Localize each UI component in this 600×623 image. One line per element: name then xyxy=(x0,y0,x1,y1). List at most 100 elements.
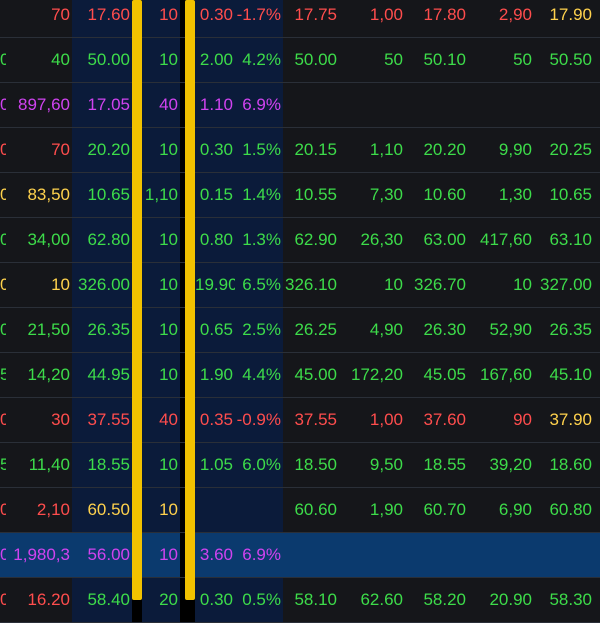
cell-bid-price: 17.75 xyxy=(283,0,339,37)
table-row[interactable]: 0 40 50.00 10 2.00 4.2% 50.00 50 50.10 50 50.50 xyxy=(0,38,600,83)
cell-ask-volume xyxy=(468,83,534,127)
cell-change-percent: 4.4% xyxy=(235,353,283,397)
cell-ask-volume: 50 xyxy=(468,38,534,82)
cell-edge-right xyxy=(594,533,600,577)
cell-edge-right xyxy=(594,308,600,352)
cell-ask-price: 326.70 xyxy=(405,263,468,307)
cell-change: 1.05 xyxy=(195,443,235,487)
cell-ask-price: 20.20 xyxy=(405,128,468,172)
cell-change-percent: 6.9% xyxy=(235,533,283,577)
cell-change-percent: 4.2% xyxy=(235,38,283,82)
cell-bid-volume: 7,30 xyxy=(339,173,405,217)
cell-change: 0.15 xyxy=(195,173,235,217)
cell-bid-price: 58.10 xyxy=(283,578,339,622)
cell-bid-price: 326.10 xyxy=(283,263,339,307)
cell-ask-volume: 10 xyxy=(468,263,534,307)
cell-change-percent: 1.5% xyxy=(235,128,283,172)
cell-change: 2.00 xyxy=(195,38,235,82)
cell-change-percent: 2.5% xyxy=(235,308,283,352)
table-row[interactable]: 5 14,20 44.95 10 1.90 4.4% 45.00 172,20 45.05 167… xyxy=(0,353,600,398)
table-row[interactable]: 0 21,50 26.35 10 0.65 2.5% 26.25 4,90 26.30 52,90… xyxy=(0,308,600,353)
cell-bid-price: 60.60 xyxy=(283,488,339,532)
cell-bid-volume: 9,50 xyxy=(339,443,405,487)
table-row[interactable]: 0 34,00 62.80 10 0.80 1.3% 62.90 26,30 63.00 417,… xyxy=(0,218,600,263)
cell-volume: 83,50 xyxy=(6,173,72,217)
table-row[interactable]: 0 83,50 10.65 1,10 0.15 1.4% 10.55 7,30 10.60 1,3… xyxy=(0,173,600,218)
cell-ask-price: 37.60 xyxy=(405,398,468,442)
cell-change: 3.60 xyxy=(195,533,235,577)
cell-ask-volume: 2,90 xyxy=(468,0,534,37)
cell-change-percent: 1.3% xyxy=(235,218,283,262)
cell-match-volume: 40 xyxy=(142,83,180,127)
cell-edge-right xyxy=(594,353,600,397)
cell-change-percent: 6.0% xyxy=(235,443,283,487)
cell-match-volume: 1,10 xyxy=(142,173,180,217)
cell-edge-right xyxy=(594,173,600,217)
cell-ask-volume: 9,90 xyxy=(468,128,534,172)
cell-ask-price xyxy=(405,83,468,127)
cell-bid-volume: 4,90 xyxy=(339,308,405,352)
cell-change xyxy=(195,488,235,532)
cell-ask-price-2: 63.10 xyxy=(534,218,594,262)
column-separator-left[interactable] xyxy=(132,0,142,600)
cell-bid-volume xyxy=(339,83,405,127)
cell-change: 0.35 xyxy=(195,398,235,442)
cell-ask-price-2: 10.65 xyxy=(534,173,594,217)
cell-match-price: 20.20 xyxy=(72,128,132,172)
table-row[interactable]: 0 2,10 60.50 10 60.60 1,90 60.70 6,90 60.80 xyxy=(0,488,600,533)
table-row[interactable]: 5 11,40 18.55 10 1.05 6.0% 18.50 9,50 18.55 39,20… xyxy=(0,443,600,488)
cell-ask-volume xyxy=(468,533,534,577)
cell-match-price: 50.00 xyxy=(72,38,132,82)
cell-bid-price xyxy=(283,83,339,127)
table-row[interactable]: 0 16.20 58.40 20 0.30 0.5% 58.10 62.60 58.20 20.9… xyxy=(0,578,600,623)
cell-volume: 16.20 xyxy=(6,578,72,622)
cell-match-price: 10.65 xyxy=(72,173,132,217)
cell-bid-price: 18.50 xyxy=(283,443,339,487)
table-row[interactable]: 0 10 326.00 10 19.90 6.5% 326.10 10 326.70 10 327.… xyxy=(0,263,600,308)
cell-bid-price: 37.55 xyxy=(283,398,339,442)
cell-ask-price: 50.10 xyxy=(405,38,468,82)
cell-match-volume: 10 xyxy=(142,443,180,487)
cell-edge-right xyxy=(594,488,600,532)
cell-bid-volume: 10 xyxy=(339,263,405,307)
cell-ask-price-2 xyxy=(534,533,594,577)
cell-volume: 21,50 xyxy=(6,308,72,352)
cell-bid-price: 50.00 xyxy=(283,38,339,82)
table-row[interactable]: 0 1,980,3 56.00 10 3.60 6.9% xyxy=(0,533,600,578)
cell-edge-right xyxy=(594,578,600,622)
cell-ask-price-2: 37.90 xyxy=(534,398,594,442)
cell-ask-price: 58.20 xyxy=(405,578,468,622)
cell-bid-price xyxy=(283,533,339,577)
cell-match-volume: 10 xyxy=(142,38,180,82)
table-row[interactable]: 70 17.60 10 0.30 -1.7% 17.75 1,00 17.80 2,90 17.9… xyxy=(0,0,600,38)
cell-ask-volume: 6,90 xyxy=(468,488,534,532)
column-separator-right[interactable] xyxy=(185,0,195,600)
cell-match-volume: 10 xyxy=(142,0,180,37)
cell-match-volume: 40 xyxy=(142,398,180,442)
table-row[interactable]: 0 70 20.20 10 0.30 1.5% 20.15 1,10 20.20 9,90 20.2… xyxy=(0,128,600,173)
table-row[interactable]: 0 897,60 17.05 40 1.10 6.9% xyxy=(0,83,600,128)
cell-bid-volume: 62.60 xyxy=(339,578,405,622)
cell-volume: 11,40 xyxy=(6,443,72,487)
cell-ask-price-2: 58.30 xyxy=(534,578,594,622)
cell-change: 0.65 xyxy=(195,308,235,352)
cell-edge-right xyxy=(594,128,600,172)
cell-change: 1.90 xyxy=(195,353,235,397)
cell-bid-volume: 1,00 xyxy=(339,0,405,37)
cell-volume: 2,10 xyxy=(6,488,72,532)
cell-ask-volume: 417,60 xyxy=(468,218,534,262)
cell-ask-price: 10.60 xyxy=(405,173,468,217)
cell-volume: 70 xyxy=(6,128,72,172)
cell-ask-volume: 1,30 xyxy=(468,173,534,217)
cell-bid-volume: 1,90 xyxy=(339,488,405,532)
cell-change-percent: -0.9% xyxy=(235,398,283,442)
cell-ask-price: 60.70 xyxy=(405,488,468,532)
cell-match-volume: 10 xyxy=(142,488,180,532)
cell-bid-price: 20.15 xyxy=(283,128,339,172)
table-row[interactable]: 0 30 37.55 40 0.35 -0.9% 37.55 1,00 37.60 90 37.90 xyxy=(0,398,600,443)
cell-ask-price: 17.80 xyxy=(405,0,468,37)
cell-volume: 34,00 xyxy=(6,218,72,262)
cell-match-price: 17.05 xyxy=(72,83,132,127)
cell-bid-volume: 1,00 xyxy=(339,398,405,442)
cell-ask-price-2: 26.35 xyxy=(534,308,594,352)
